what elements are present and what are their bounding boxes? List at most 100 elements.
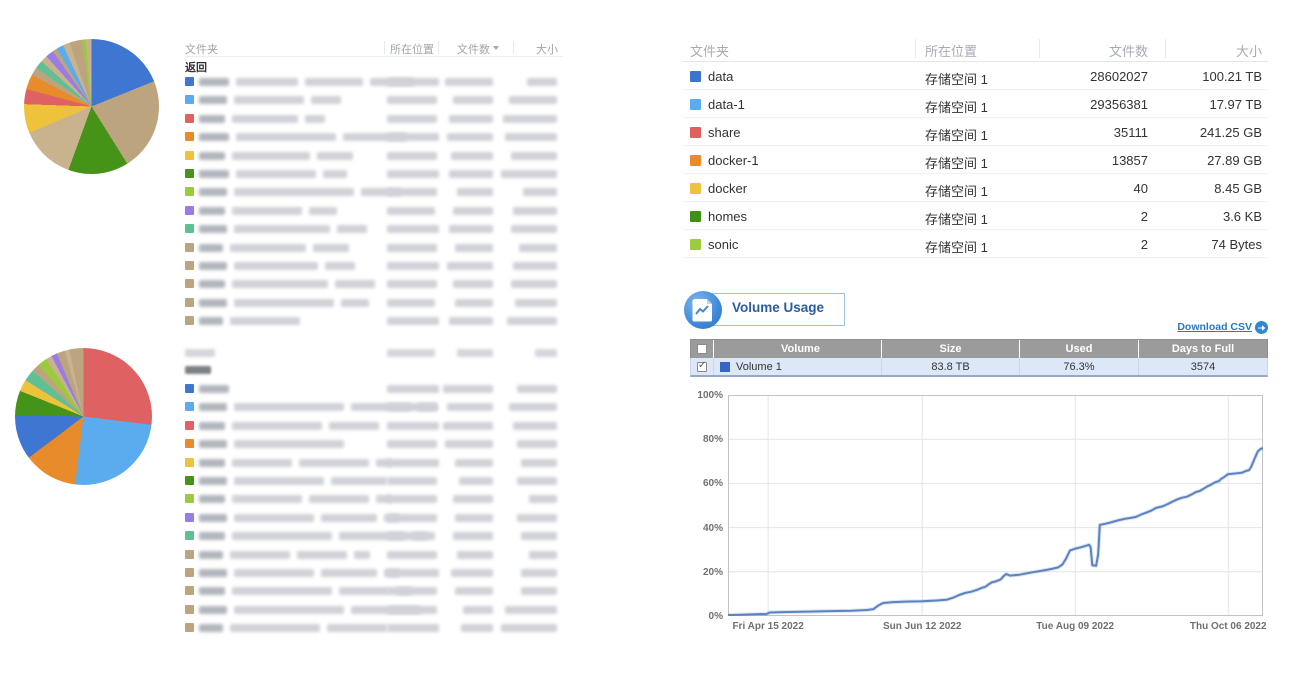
- folder-row-blurred[interactable]: [185, 601, 563, 619]
- column-header-folder[interactable]: 文件夹: [185, 41, 218, 57]
- folder-row-blurred[interactable]: [185, 582, 563, 600]
- folder-row-blurred[interactable]: [185, 165, 563, 183]
- select-all-checkbox[interactable]: [697, 344, 707, 354]
- folder-row-blurred[interactable]: [185, 490, 563, 508]
- blurred-text: [505, 133, 557, 141]
- folder-color-swatch: [185, 586, 194, 595]
- back-row-blurred[interactable]: [185, 361, 563, 380]
- folder-row-data[interactable]: data存储空间 128602027100.21 TB: [683, 62, 1268, 90]
- folder-row-blurred[interactable]: [185, 509, 563, 527]
- blurred-text: [449, 115, 493, 123]
- folder-color-swatch: [185, 494, 194, 503]
- column-header-days-to-full[interactable]: Days to Full: [1138, 340, 1267, 358]
- folder-row-blurred[interactable]: [185, 546, 563, 564]
- table-header-row: 文件夹 所在位置 文件数 大小: [185, 40, 563, 57]
- blurred-text: [230, 317, 300, 325]
- folder-row-blurred[interactable]: [185, 527, 563, 545]
- folder-row-blurred[interactable]: [185, 91, 563, 109]
- folder-location: 存储空间 1: [925, 125, 988, 144]
- folder-color-swatch: [185, 95, 194, 104]
- folder-row-blurred[interactable]: [185, 275, 563, 293]
- blurred-text: [387, 96, 437, 104]
- blurred-text: [305, 78, 363, 86]
- blurred-text: [341, 299, 369, 307]
- folder-row-blurred[interactable]: [185, 564, 563, 582]
- folder-color-swatch: [185, 316, 194, 325]
- folder-row-blurred[interactable]: [185, 312, 563, 330]
- folder-file-count: 13857: [1112, 153, 1148, 168]
- column-header-used[interactable]: Used: [1019, 340, 1138, 358]
- column-separator: [513, 41, 514, 54]
- folder-row-blurred[interactable]: [185, 202, 563, 220]
- blurred-text: [199, 225, 227, 233]
- column-separator: [915, 39, 916, 58]
- folder-color-swatch: [690, 71, 701, 82]
- folder-row-blurred[interactable]: [185, 239, 563, 257]
- blurred-text: [455, 587, 493, 595]
- column-header-folder[interactable]: 文件夹: [690, 41, 729, 60]
- x-axis-tick-label: Tue Aug 09 2022: [1020, 621, 1130, 632]
- folder-row-docker-1[interactable]: docker-1存储空间 11385727.89 GB: [683, 146, 1268, 174]
- column-header-size[interactable]: 大小: [1236, 41, 1262, 60]
- column-header-count[interactable]: 文件数: [1109, 41, 1148, 60]
- folder-row-share[interactable]: share存储空间 135111241.25 GB: [683, 118, 1268, 146]
- blurred-text: [230, 244, 306, 252]
- blurred-text: [387, 532, 435, 540]
- folder-row-blurred[interactable]: [185, 398, 563, 416]
- folder-row-blurred[interactable]: [185, 472, 563, 490]
- blurred-text: [234, 262, 318, 270]
- folder-row-blurred[interactable]: [185, 380, 563, 398]
- folder-row-blurred[interactable]: [185, 619, 563, 637]
- volume-name: Volume 1: [736, 361, 782, 373]
- folder-row-blurred[interactable]: [185, 183, 563, 201]
- volume-checkbox[interactable]: [697, 362, 707, 372]
- folder-row-blurred[interactable]: [185, 220, 563, 238]
- blurred-text: [234, 514, 314, 522]
- blurred-text: [387, 514, 437, 522]
- blurred-text: [327, 624, 387, 632]
- folder-color-swatch: [185, 169, 194, 178]
- blurred-text: [309, 207, 337, 215]
- blurred-text: [463, 606, 493, 614]
- folder-row-blurred[interactable]: [185, 257, 563, 275]
- blurred-text: [387, 170, 439, 178]
- folder-row-blurred[interactable]: [185, 128, 563, 146]
- folder-row-homes[interactable]: homes存储空间 123.6 KB: [683, 202, 1268, 230]
- blurred-text: [457, 349, 493, 357]
- column-header-size[interactable]: Size: [881, 340, 1019, 358]
- blurred-text: [387, 262, 439, 270]
- blurred-text: [232, 587, 332, 595]
- folder-row-docker[interactable]: docker存储空间 1408.45 GB: [683, 174, 1268, 202]
- folder-row-blurred[interactable]: [185, 73, 563, 91]
- column-header-volume[interactable]: Volume: [713, 340, 881, 358]
- column-header-count[interactable]: 文件数: [457, 41, 490, 57]
- column-header-location[interactable]: 所在位置: [925, 41, 977, 60]
- download-csv-link[interactable]: Download CSV: [1177, 321, 1252, 333]
- back-row[interactable]: 返回: [185, 57, 563, 73]
- blurred-text: [234, 299, 334, 307]
- folder-color-swatch: [185, 568, 194, 577]
- folder-file-count: 2: [1141, 209, 1148, 224]
- folder-row-blurred[interactable]: [185, 435, 563, 453]
- folder-row-blurred[interactable]: [185, 454, 563, 472]
- folder-color-swatch: [185, 605, 194, 614]
- folder-location: 存储空间 1: [925, 97, 988, 116]
- download-csv-icon[interactable]: [1255, 321, 1268, 334]
- column-header-location[interactable]: 所在位置: [390, 41, 434, 57]
- folder-row-blurred[interactable]: [185, 147, 563, 165]
- volume-row-volume-1[interactable]: Volume 183.8 TB76.3%3574: [690, 358, 1268, 377]
- folder-name: docker: [708, 181, 747, 196]
- blurred-text: [199, 532, 225, 540]
- folder-row-data-1[interactable]: data-1存储空间 12935638117.97 TB: [683, 90, 1268, 118]
- folder-row-blurred[interactable]: [185, 294, 563, 312]
- blurred-text: [339, 587, 389, 595]
- blurred-text: [199, 403, 227, 411]
- blurred-text: [234, 96, 304, 104]
- folder-row-blurred[interactable]: [185, 110, 563, 128]
- folder-row-blurred[interactable]: [185, 417, 563, 435]
- blurred-text: [199, 385, 229, 393]
- folder-row-sonic[interactable]: sonic存储空间 1274 Bytes: [683, 230, 1268, 258]
- blurred-text: [236, 78, 298, 86]
- blurred-text: [354, 551, 370, 559]
- column-header-size[interactable]: 大小: [536, 41, 558, 57]
